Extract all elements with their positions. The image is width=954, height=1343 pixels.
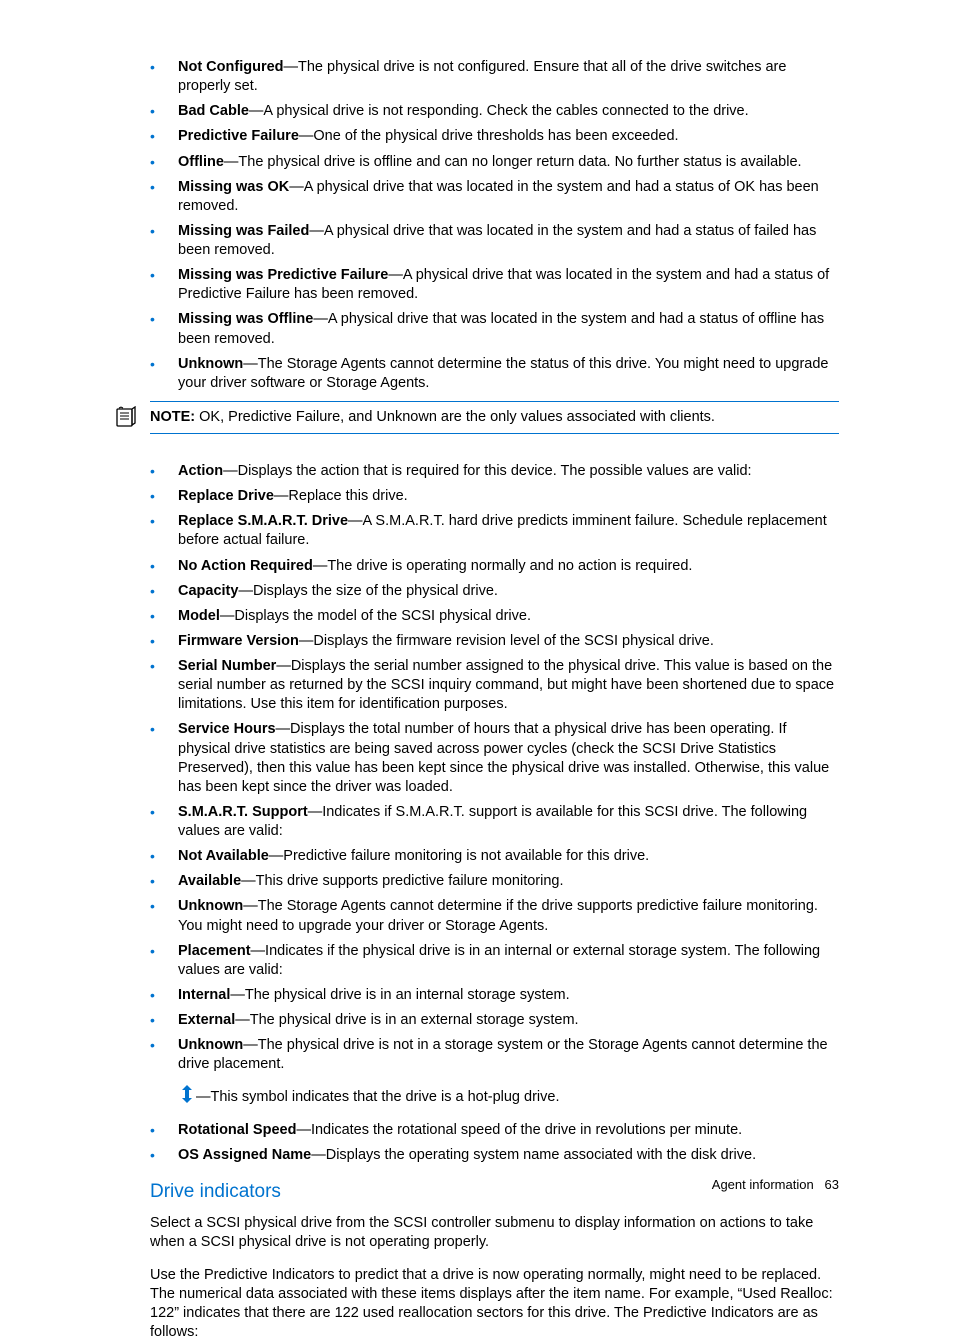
definition-text: —Replace this drive. [274,488,408,504]
term: Missing was Offline [178,311,313,327]
definition-text: —The physical drive is in an external st… [235,1012,578,1028]
list-item: OS Assigned Name—Displays the operating … [150,1146,839,1165]
definition-text: —Displays the model of the SCSI physical… [220,608,531,624]
list-item: Internal—The physical drive is in an int… [150,986,839,1005]
note-label: NOTE: [150,409,195,425]
list-item: S.M.A.R.T. Support—Indicates if S.M.A.R.… [150,803,839,841]
paragraph-1: Select a SCSI physical drive from the SC… [150,1214,839,1252]
term: Predictive Failure [178,128,299,144]
list-item: Serial Number—Displays the serial number… [150,657,839,714]
list-item: Firmware Version—Displays the firmware r… [150,632,839,651]
list-item: Placement—Indicates if the physical driv… [150,942,839,980]
term: No Action Required [178,558,313,574]
definition-text: —Displays the operating system name asso… [311,1147,756,1163]
definition-text: —This drive supports predictive failure … [241,873,563,889]
hotplug-row: —This symbol indicates that the drive is… [180,1084,839,1110]
term: Unknown [178,356,243,372]
list-item: Missing was Failed—A physical drive that… [150,222,839,260]
term: Missing was Failed [178,223,309,239]
list-item: Replace Drive—Replace this drive. [150,487,839,506]
list-item: Capacity—Displays the size of the physic… [150,582,839,601]
main-list: Action—Displays the action that is requi… [150,462,839,1074]
list-item: Unknown—The physical drive is not in a s… [150,1036,839,1074]
term: Action [178,463,223,479]
list-item: No Action Required—The drive is operatin… [150,557,839,576]
term: Placement [178,943,251,959]
term: Missing was Predictive Failure [178,267,388,283]
term: Internal [178,987,230,1003]
note-box: NOTE: OK, Predictive Failure, and Unknow… [150,401,839,434]
term: Offline [178,154,224,170]
bottom-list: Rotational Speed—Indicates the rotationa… [150,1121,839,1165]
list-item: External—The physical drive is in an ext… [150,1011,839,1030]
list-item: Bad Cable—A physical drive is not respon… [150,102,839,121]
list-item: Service Hours—Displays the total number … [150,720,839,797]
definition-text: —Displays the action that is required fo… [223,463,751,479]
list-item: Rotational Speed—Indicates the rotationa… [150,1121,839,1140]
term: Model [178,608,220,624]
list-item: Not Configured—The physical drive is not… [150,58,839,96]
page-footer: Agent information 63 [712,1176,839,1193]
note-text: OK, Predictive Failure, and Unknown are … [195,409,715,425]
term: Not Configured [178,59,284,75]
term: Firmware Version [178,633,299,649]
footer-label: Agent information [712,1177,814,1192]
definition-text: —Displays the size of the physical drive… [238,583,498,599]
list-item: Offline—The physical drive is offline an… [150,153,839,172]
definition-text: —Displays the serial number assigned to … [178,658,834,712]
term: External [178,1012,235,1028]
term: Not Available [178,848,269,864]
term: S.M.A.R.T. Support [178,804,308,820]
list-item: Missing was Predictive Failure—A physica… [150,266,839,304]
definition-text: —Displays the total number of hours that… [178,721,829,794]
list-item: Unknown—The Storage Agents cannot determ… [150,897,839,935]
definition-text: —Displays the firmware revision level of… [299,633,714,649]
note-icon [115,406,137,434]
term: Replace Drive [178,488,274,504]
definition-text: —The Storage Agents cannot determine if … [178,898,818,933]
term: Service Hours [178,721,276,737]
list-item: Not Available—Predictive failure monitor… [150,847,839,866]
paragraph-2: Use the Predictive Indicators to predict… [150,1266,839,1343]
footer-page-number: 63 [825,1177,839,1192]
term: Serial Number [178,658,276,674]
definition-text: —The physical drive is offline and can n… [224,154,802,170]
hotplug-arrow-icon [180,1084,194,1110]
definition-text: —One of the physical drive thresholds ha… [299,128,679,144]
term: Available [178,873,241,889]
page: Not Configured —The physical drive is not… [0,0,954,1235]
definition-text: —A physical drive is not responding. Che… [249,103,749,119]
list-item: Model—Displays the model of the SCSI phy… [150,607,839,626]
term: Missing was OK [178,179,289,195]
list-item: Predictive Failure—One of the physical d… [150,127,839,146]
definition-text: —The physical drive is not in a storage … [178,1037,828,1072]
list-item: Action—Displays the action that is requi… [150,462,839,481]
list-item: Unknown—The Storage Agents cannot determ… [150,355,839,393]
definition-text: —The drive is operating normally and no … [313,558,693,574]
term: Rotational Speed [178,1122,296,1138]
list-item: Replace S.M.A.R.T. Drive—A S.M.A.R.T. ha… [150,512,839,550]
term: Capacity [178,583,238,599]
term: OS Assigned Name [178,1147,311,1163]
hotplug-text: —This symbol indicates that the drive is… [196,1089,559,1105]
status-list: Not Configured—The physical drive is not… [150,58,839,393]
definition-text: —Indicates the rotational speed of the d… [296,1122,742,1138]
definition-text: —The physical drive is in an internal st… [230,987,569,1003]
definition-text: —Indicates if the physical drive is in a… [178,943,820,978]
term: Unknown [178,898,243,914]
list-item: Missing was Offline—A physical drive tha… [150,310,839,348]
term: Replace S.M.A.R.T. Drive [178,513,348,529]
term: Unknown [178,1037,243,1053]
definition-text: —The Storage Agents cannot determine the… [178,356,828,391]
definition-text: —Predictive failure monitoring is not av… [269,848,649,864]
list-item: Available—This drive supports predictive… [150,872,839,891]
list-item: Missing was OK—A physical drive that was… [150,178,839,216]
term: Bad Cable [178,103,249,119]
